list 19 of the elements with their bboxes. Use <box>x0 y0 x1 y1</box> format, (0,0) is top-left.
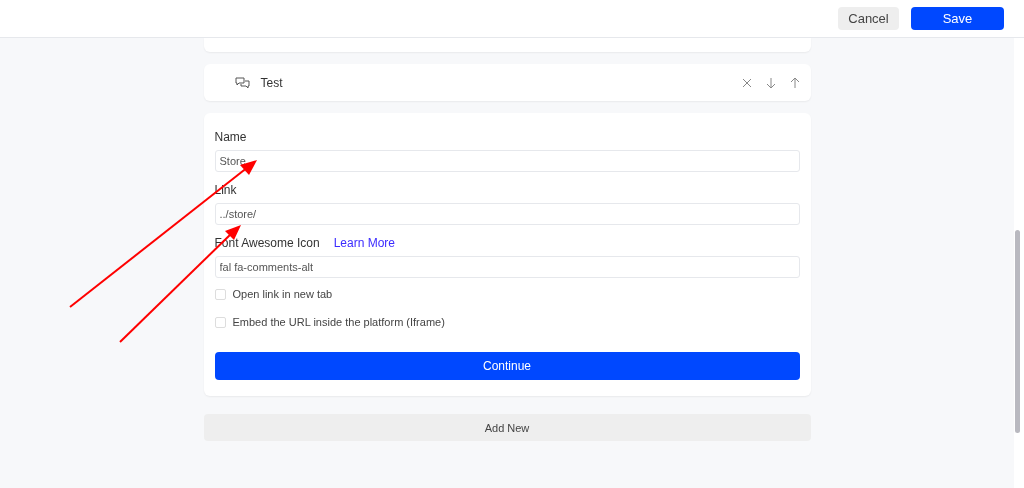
save-button[interactable]: Save <box>911 7 1004 30</box>
menu-item-label: Test <box>260 75 284 90</box>
checkbox-label: Embed the URL inside the platform (Iframe) <box>232 316 445 328</box>
input-field[interactable]: fal fa-comments-alt <box>214 256 800 278</box>
close-icon[interactable] <box>740 76 753 89</box>
checkbox-label: Open link in new tab <box>232 288 333 300</box>
arrow-down-icon[interactable] <box>764 76 777 89</box>
field-label: Name <box>214 130 247 144</box>
input-field[interactable]: Store <box>214 150 800 172</box>
cancel-button[interactable]: Cancel <box>838 7 899 30</box>
checkbox[interactable] <box>214 288 226 300</box>
comments-icon <box>234 76 250 89</box>
checkbox[interactable] <box>214 316 226 328</box>
learn-more-link[interactable]: Learn More <box>333 236 396 250</box>
arrow-up-icon[interactable] <box>788 76 801 89</box>
input-field[interactable]: ../store/ <box>214 203 800 225</box>
add-new-button[interactable]: Add New <box>203 414 811 441</box>
scrollbar-thumb[interactable] <box>1015 230 1020 433</box>
continue-button[interactable]: Continue <box>214 352 800 380</box>
